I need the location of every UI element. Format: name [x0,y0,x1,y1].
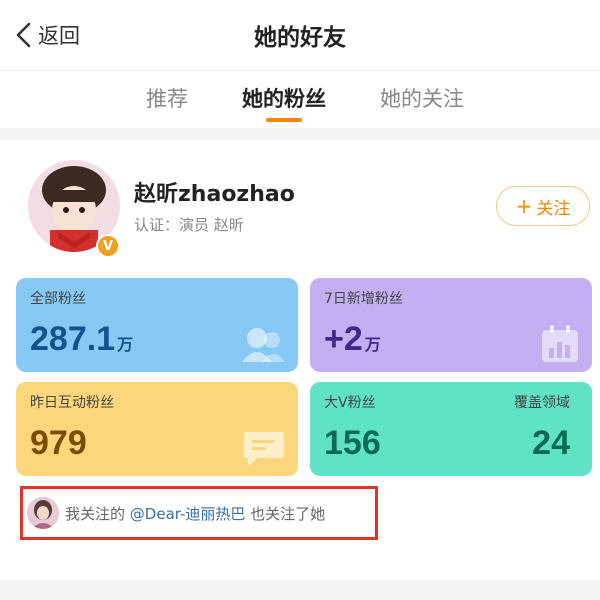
mutual-user-link[interactable]: @Dear-迪丽热巴 [130,505,246,523]
stat-value: +2 万 [324,320,381,358]
stat-interact-yesterday[interactable]: 昨日互动粉丝 979 [16,382,298,476]
stat-all-fans[interactable]: 全部粉丝 287.1 万 [16,278,298,372]
calendar-chart-icon [542,325,578,362]
verified-badge-icon: V [96,234,120,258]
users-icon [242,328,285,362]
page-title: 她的好友 [254,25,346,51]
stat-right-value: 24 [532,424,570,462]
stat-value: 287.1 万 [30,320,134,358]
stat-label: 全部粉丝 [30,291,86,307]
user-name[interactable]: 赵昕zhaozhao [134,176,295,208]
stat-label: 大V粉丝 [324,395,376,411]
plus-icon: + [515,194,533,218]
stat-label: 7日新增粉丝 [324,291,403,307]
stat-right-label: 覆盖领域 [514,395,570,411]
mutual-follow-text: 我关注的 @Dear-迪丽热巴 也关注了她 [65,504,326,523]
stat-big-v-fans[interactable]: 大V粉丝 覆盖领域 156 24 [310,382,592,476]
mutual-follow-highlight[interactable]: 我关注的 @Dear-迪丽热巴 也关注了她 [20,486,378,540]
stat-new-fans-7d[interactable]: 7日新增粉丝 +2 万 [310,278,592,372]
fans-summary-card: V 赵昕zhaozhao 认证：演员 赵昕 + 关注 全部粉丝 287.1 万 7… [0,140,600,580]
tab-her-following[interactable]: 她的关注 [380,83,464,113]
follow-label: 关注 [536,198,571,219]
stat-label: 昨日互动粉丝 [30,395,114,411]
active-tab-indicator [266,118,302,122]
follow-button[interactable]: + 关注 [496,186,590,226]
tab-recommend[interactable]: 推荐 [146,83,188,113]
user-verification: 认证：演员 赵昕 [134,216,244,234]
tab-bar: 推荐 她的粉丝 她的关注 [0,70,600,128]
chat-bubble-icon [244,432,284,466]
stat-value: 156 [324,424,381,462]
top-nav-bar: 返回 她的好友 [0,0,600,70]
stat-value: 979 [30,424,87,462]
mutual-avatar[interactable] [27,497,59,529]
tab-her-fans[interactable]: 她的粉丝 [242,83,326,113]
